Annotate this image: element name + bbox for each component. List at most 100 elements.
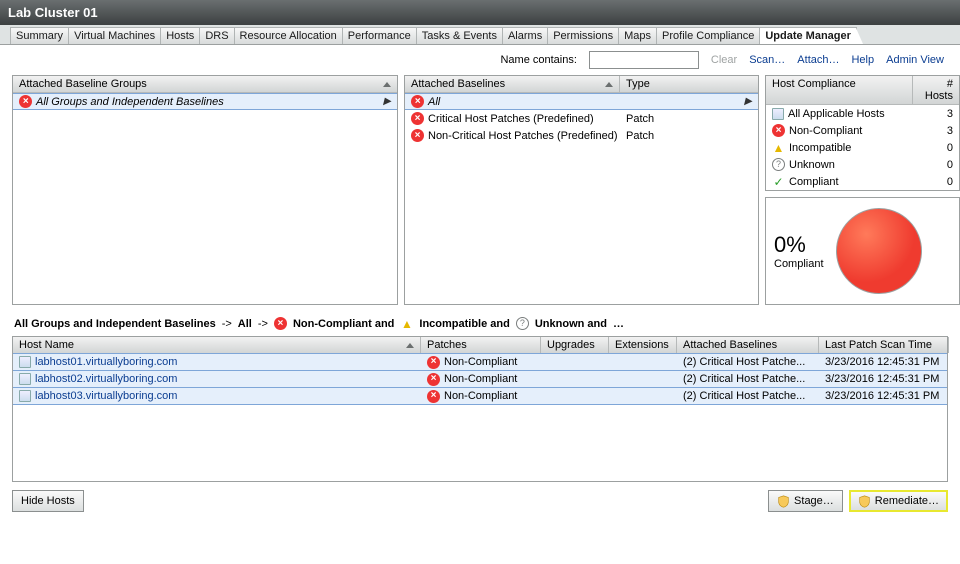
host-link[interactable]: labhost02.virtuallyboring.com bbox=[35, 373, 177, 385]
bc-incompatible: Incompatible and bbox=[419, 318, 509, 330]
admin-view-link[interactable]: Admin View bbox=[886, 54, 944, 66]
attach-link[interactable]: Attach… bbox=[797, 54, 839, 66]
table-row[interactable]: labhost01.virtuallyboring.com Non-Complia… bbox=[13, 353, 947, 371]
tab-update-manager[interactable]: Update Manager bbox=[759, 27, 857, 44]
noncompliant-icon bbox=[274, 317, 287, 330]
table-row[interactable]: labhost02.virtuallyboring.comNon-Complia… bbox=[13, 370, 947, 388]
baseline-row[interactable]: Critical Host Patches (Predefined)Patch bbox=[405, 110, 758, 127]
warn-icon bbox=[772, 141, 785, 154]
scan-time: 3/23/2016 12:45:31 PM bbox=[825, 356, 939, 368]
groups-header[interactable]: Attached Baseline Groups bbox=[13, 76, 397, 92]
remediate-label: Remediate… bbox=[875, 495, 939, 507]
compliance-label: Incompatible bbox=[789, 142, 851, 154]
baseline-name: Non-Critical Host Patches (Predefined) bbox=[428, 130, 618, 142]
column-header[interactable]: Attached Baselines bbox=[677, 337, 819, 353]
breadcrumb: All Groups and Independent Baselines -> … bbox=[0, 305, 960, 336]
patches-status: Non-Compliant bbox=[444, 390, 517, 402]
remediate-button[interactable]: Remediate… bbox=[849, 490, 948, 512]
tab-performance[interactable]: Performance bbox=[342, 27, 417, 44]
window-title: Lab Cluster 01 bbox=[0, 0, 960, 25]
table-row[interactable]: labhost03.virtuallyboring.com Non-Complia… bbox=[13, 387, 947, 405]
compliance-label: Unknown bbox=[789, 159, 835, 171]
attached-baselines: (2) Critical Host Patche... bbox=[683, 390, 805, 402]
tab-maps[interactable]: Maps bbox=[618, 27, 657, 44]
bc-noncompliant: Non-Compliant and bbox=[293, 318, 394, 330]
compliance-row[interactable]: Unknown 0 bbox=[766, 156, 959, 173]
hosts-count-header[interactable]: # Hosts bbox=[913, 76, 959, 104]
compliance-label: Compliant bbox=[789, 176, 839, 188]
tab-profile-compliance[interactable]: Profile Compliance bbox=[656, 27, 760, 44]
red-icon bbox=[772, 124, 785, 137]
hide-hosts-button[interactable]: Hide Hosts bbox=[12, 490, 84, 512]
stage-label: Stage… bbox=[794, 495, 834, 507]
patches-status: Non-Compliant bbox=[444, 356, 517, 368]
check-icon bbox=[772, 175, 785, 188]
compliance-header[interactable]: Host Compliance bbox=[766, 76, 913, 104]
noncompliant-icon bbox=[427, 356, 440, 369]
tab-resource-allocation[interactable]: Resource Allocation bbox=[234, 27, 343, 44]
host-link[interactable]: labhost03.virtuallyboring.com bbox=[35, 390, 177, 402]
host-icon bbox=[19, 373, 31, 385]
compliance-row[interactable]: Incompatible 0 bbox=[766, 139, 959, 156]
baseline-name: Critical Host Patches (Predefined) bbox=[428, 113, 594, 125]
pie-chart bbox=[836, 208, 922, 294]
compliance-count: 0 bbox=[947, 159, 953, 171]
bc-all: All bbox=[238, 318, 252, 330]
bc-unknown: Unknown and bbox=[535, 318, 607, 330]
q-icon bbox=[772, 158, 785, 171]
bc-arrow2: -> bbox=[258, 318, 268, 330]
tab-summary[interactable]: Summary bbox=[10, 27, 69, 44]
compliance-panel: Host Compliance # Hosts All Applicable H… bbox=[765, 75, 960, 191]
compliance-count: 3 bbox=[947, 125, 953, 137]
baselines-header[interactable]: Attached Baselines bbox=[405, 76, 620, 92]
filter-label: Name contains: bbox=[500, 54, 576, 66]
column-header[interactable]: Extensions bbox=[609, 337, 677, 353]
column-header[interactable]: Host Name bbox=[13, 337, 421, 353]
bc-groups: All Groups and Independent Baselines bbox=[14, 318, 216, 330]
baseline-name: All bbox=[428, 96, 440, 108]
compliance-label: Non-Compliant bbox=[789, 125, 862, 137]
baseline-row[interactable]: All ▶ bbox=[405, 93, 758, 110]
tab-virtual-machines[interactable]: Virtual Machines bbox=[68, 27, 161, 44]
scan-time: 3/23/2016 12:45:31 PM bbox=[825, 390, 939, 402]
bc-ellipsis: … bbox=[613, 318, 624, 330]
column-header[interactable]: Last Patch Scan Time bbox=[819, 337, 949, 353]
noncompliant-icon bbox=[411, 129, 424, 142]
noncompliant-icon bbox=[411, 95, 424, 108]
arrow-right-icon: ▶ bbox=[383, 96, 391, 107]
compliance-row[interactable]: All Applicable Hosts3 bbox=[766, 105, 959, 122]
filter-toolbar: Name contains: Clear Scan… Attach… Help … bbox=[0, 45, 960, 75]
type-header[interactable]: Type bbox=[620, 76, 758, 92]
tab-tasks-events[interactable]: Tasks & Events bbox=[416, 27, 503, 44]
noncompliant-icon bbox=[427, 373, 440, 386]
hosts-grid: Host NamePatchesUpgradesExtensionsAttach… bbox=[12, 336, 948, 482]
column-header[interactable]: Patches bbox=[421, 337, 541, 353]
compliance-label: All Applicable Hosts bbox=[788, 108, 885, 120]
compliance-row[interactable]: Non-Compliant 3 bbox=[766, 122, 959, 139]
tab-drs[interactable]: DRS bbox=[199, 27, 234, 44]
noncompliant-icon bbox=[411, 112, 424, 125]
tab-alarms[interactable]: Alarms bbox=[502, 27, 548, 44]
tab-permissions[interactable]: Permissions bbox=[547, 27, 619, 44]
baselines-panel: Attached Baselines Type All ▶ Critical Hos… bbox=[404, 75, 759, 305]
compliance-count: 0 bbox=[947, 142, 953, 154]
shield-icon bbox=[858, 495, 871, 508]
arrow-right-icon: ▶ bbox=[744, 96, 752, 107]
tab-hosts[interactable]: Hosts bbox=[160, 27, 200, 44]
attached-baselines: (2) Critical Host Patche... bbox=[683, 373, 805, 385]
attached-baselines: (2) Critical Host Patche... bbox=[683, 356, 805, 368]
host-icon bbox=[19, 356, 31, 368]
baseline-row[interactable]: Non-Critical Host Patches (Predefined) Pa… bbox=[405, 127, 758, 144]
host-icon bbox=[19, 390, 31, 402]
stage-button[interactable]: Stage… bbox=[768, 490, 843, 512]
shield-icon bbox=[777, 495, 790, 508]
compliance-row[interactable]: Compliant0 bbox=[766, 173, 959, 190]
host-link[interactable]: labhost01.virtuallyboring.com bbox=[35, 356, 177, 368]
filter-input[interactable] bbox=[589, 51, 699, 69]
noncompliant-icon bbox=[427, 390, 440, 403]
scan-link[interactable]: Scan… bbox=[749, 54, 785, 66]
column-header[interactable]: Upgrades bbox=[541, 337, 609, 353]
baseline-type: Patch bbox=[626, 130, 654, 142]
groups-row-all[interactable]: All Groups and Independent Baselines ▶ bbox=[13, 93, 397, 110]
help-link[interactable]: Help bbox=[851, 54, 874, 66]
